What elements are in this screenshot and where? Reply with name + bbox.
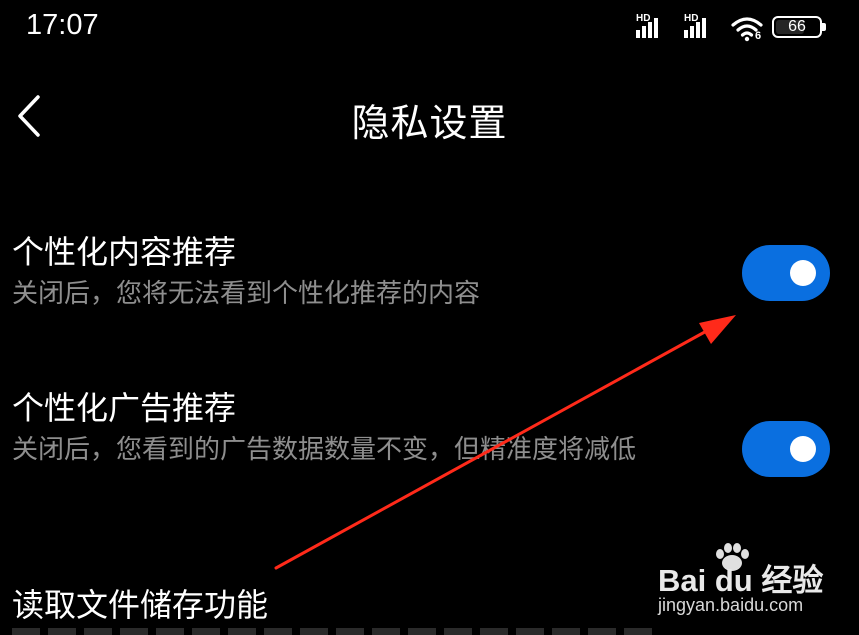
setting-row-personalized-content: 个性化内容推荐 关闭后，您将无法看到个性化推荐的内容 <box>12 230 859 312</box>
baidu-jingyan-watermark: Bai du 经验 jingyan.baidu.com <box>658 543 823 620</box>
status-bar: 17:07 HD HD 6 66 <box>0 0 859 56</box>
clock: 17:07 <box>26 9 99 41</box>
toggle-knob <box>790 436 816 462</box>
watermark-brand: Bai du 经验 <box>658 563 824 598</box>
toggle-knob <box>790 260 816 286</box>
personalized-ads-toggle[interactable] <box>742 421 830 477</box>
setting-title: 个性化内容推荐 <box>12 233 237 271</box>
signal-icon-sim1: HD <box>636 14 670 38</box>
wifi-icon: 6 <box>730 14 766 44</box>
setting-row-personalized-ads: 个性化广告推荐 关闭后，您看到的广告数据数量不变，但精准度将减低 <box>12 386 859 468</box>
cropped-description-text <box>12 628 652 635</box>
watermark-url: jingyan.baidu.com <box>658 595 804 615</box>
signal-icon-sim2: HD <box>684 14 718 38</box>
setting-description: 关闭后，您将无法看到个性化推荐的内容 <box>12 279 481 309</box>
page-title: 隐私设置 <box>351 101 508 145</box>
battery-icon: 66 <box>772 16 822 38</box>
personalized-content-toggle[interactable] <box>742 245 830 301</box>
battery-tip <box>822 23 826 31</box>
setting-title: 个性化广告推荐 <box>12 389 237 427</box>
setting-description: 关闭后，您看到的广告数据数量不变，但精准度将减低 <box>12 435 637 465</box>
